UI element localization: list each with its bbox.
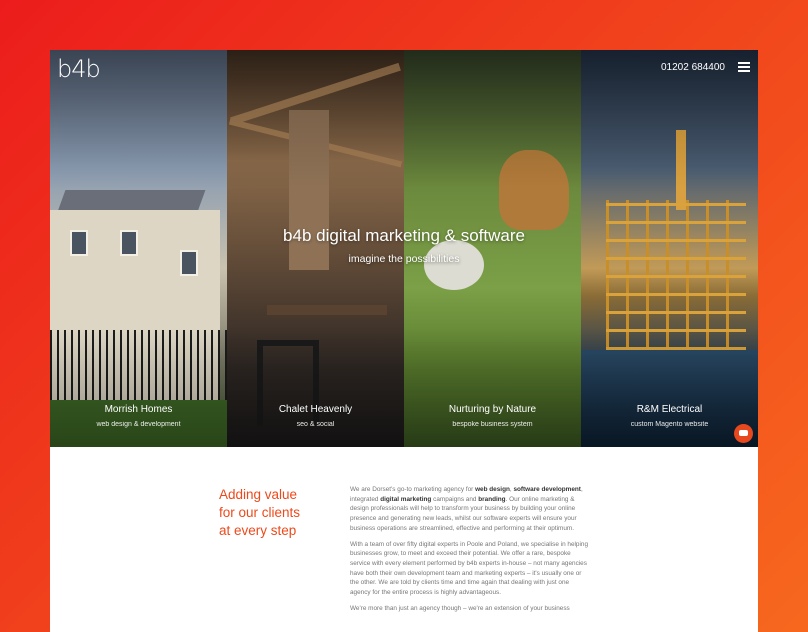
project-panel-chalet-heavenly[interactable]: Chalet Heavenly seo & social	[227, 50, 404, 447]
b4b-logo[interactable]: b4b	[57, 55, 101, 83]
intro-paragraph-2: With a team of over fifty digital expert…	[350, 540, 589, 597]
project-subtitle: seo & social	[296, 421, 335, 428]
project-panel-rm-electrical[interactable]: R&M Electrical custom Magento website	[581, 50, 758, 447]
chat-bubble-icon[interactable]	[734, 424, 753, 443]
hamburger-menu-icon[interactable]	[738, 62, 750, 72]
project-subtitle: web design & development	[96, 421, 181, 428]
hero-subtitle: imagine the possibilities	[348, 253, 460, 265]
project-subtitle: bespoke business system	[452, 421, 533, 428]
hero-section: Morrish Homes web design & development C…	[50, 50, 758, 447]
project-panel-nurturing-by-nature[interactable]: Nurturing by Nature bespoke business sys…	[404, 50, 581, 447]
phone-number-link[interactable]: 01202 684400	[661, 62, 725, 73]
intro-paragraph-1: We are Dorset's go-to marketing agency f…	[350, 486, 583, 532]
website-frame: Morrish Homes web design & development C…	[50, 50, 758, 632]
project-title: R&M Electrical	[636, 404, 703, 415]
project-subtitle: custom Magento website	[630, 421, 709, 428]
intro-headline: Adding value for our clients at every st…	[219, 487, 301, 538]
intro-body-text: We are Dorset's go-to marketing agency f…	[350, 485, 588, 619]
project-title: Chalet Heavenly	[278, 404, 353, 415]
project-title: Nurturing by Nature	[448, 404, 537, 415]
hero-title: b4b digital marketing & software	[283, 226, 525, 245]
project-title: Morrish Homes	[104, 404, 173, 415]
intro-paragraph-3: We're more than just an agency though – …	[350, 604, 570, 612]
project-panel-morrish-homes[interactable]: Morrish Homes web design & development	[50, 50, 227, 447]
